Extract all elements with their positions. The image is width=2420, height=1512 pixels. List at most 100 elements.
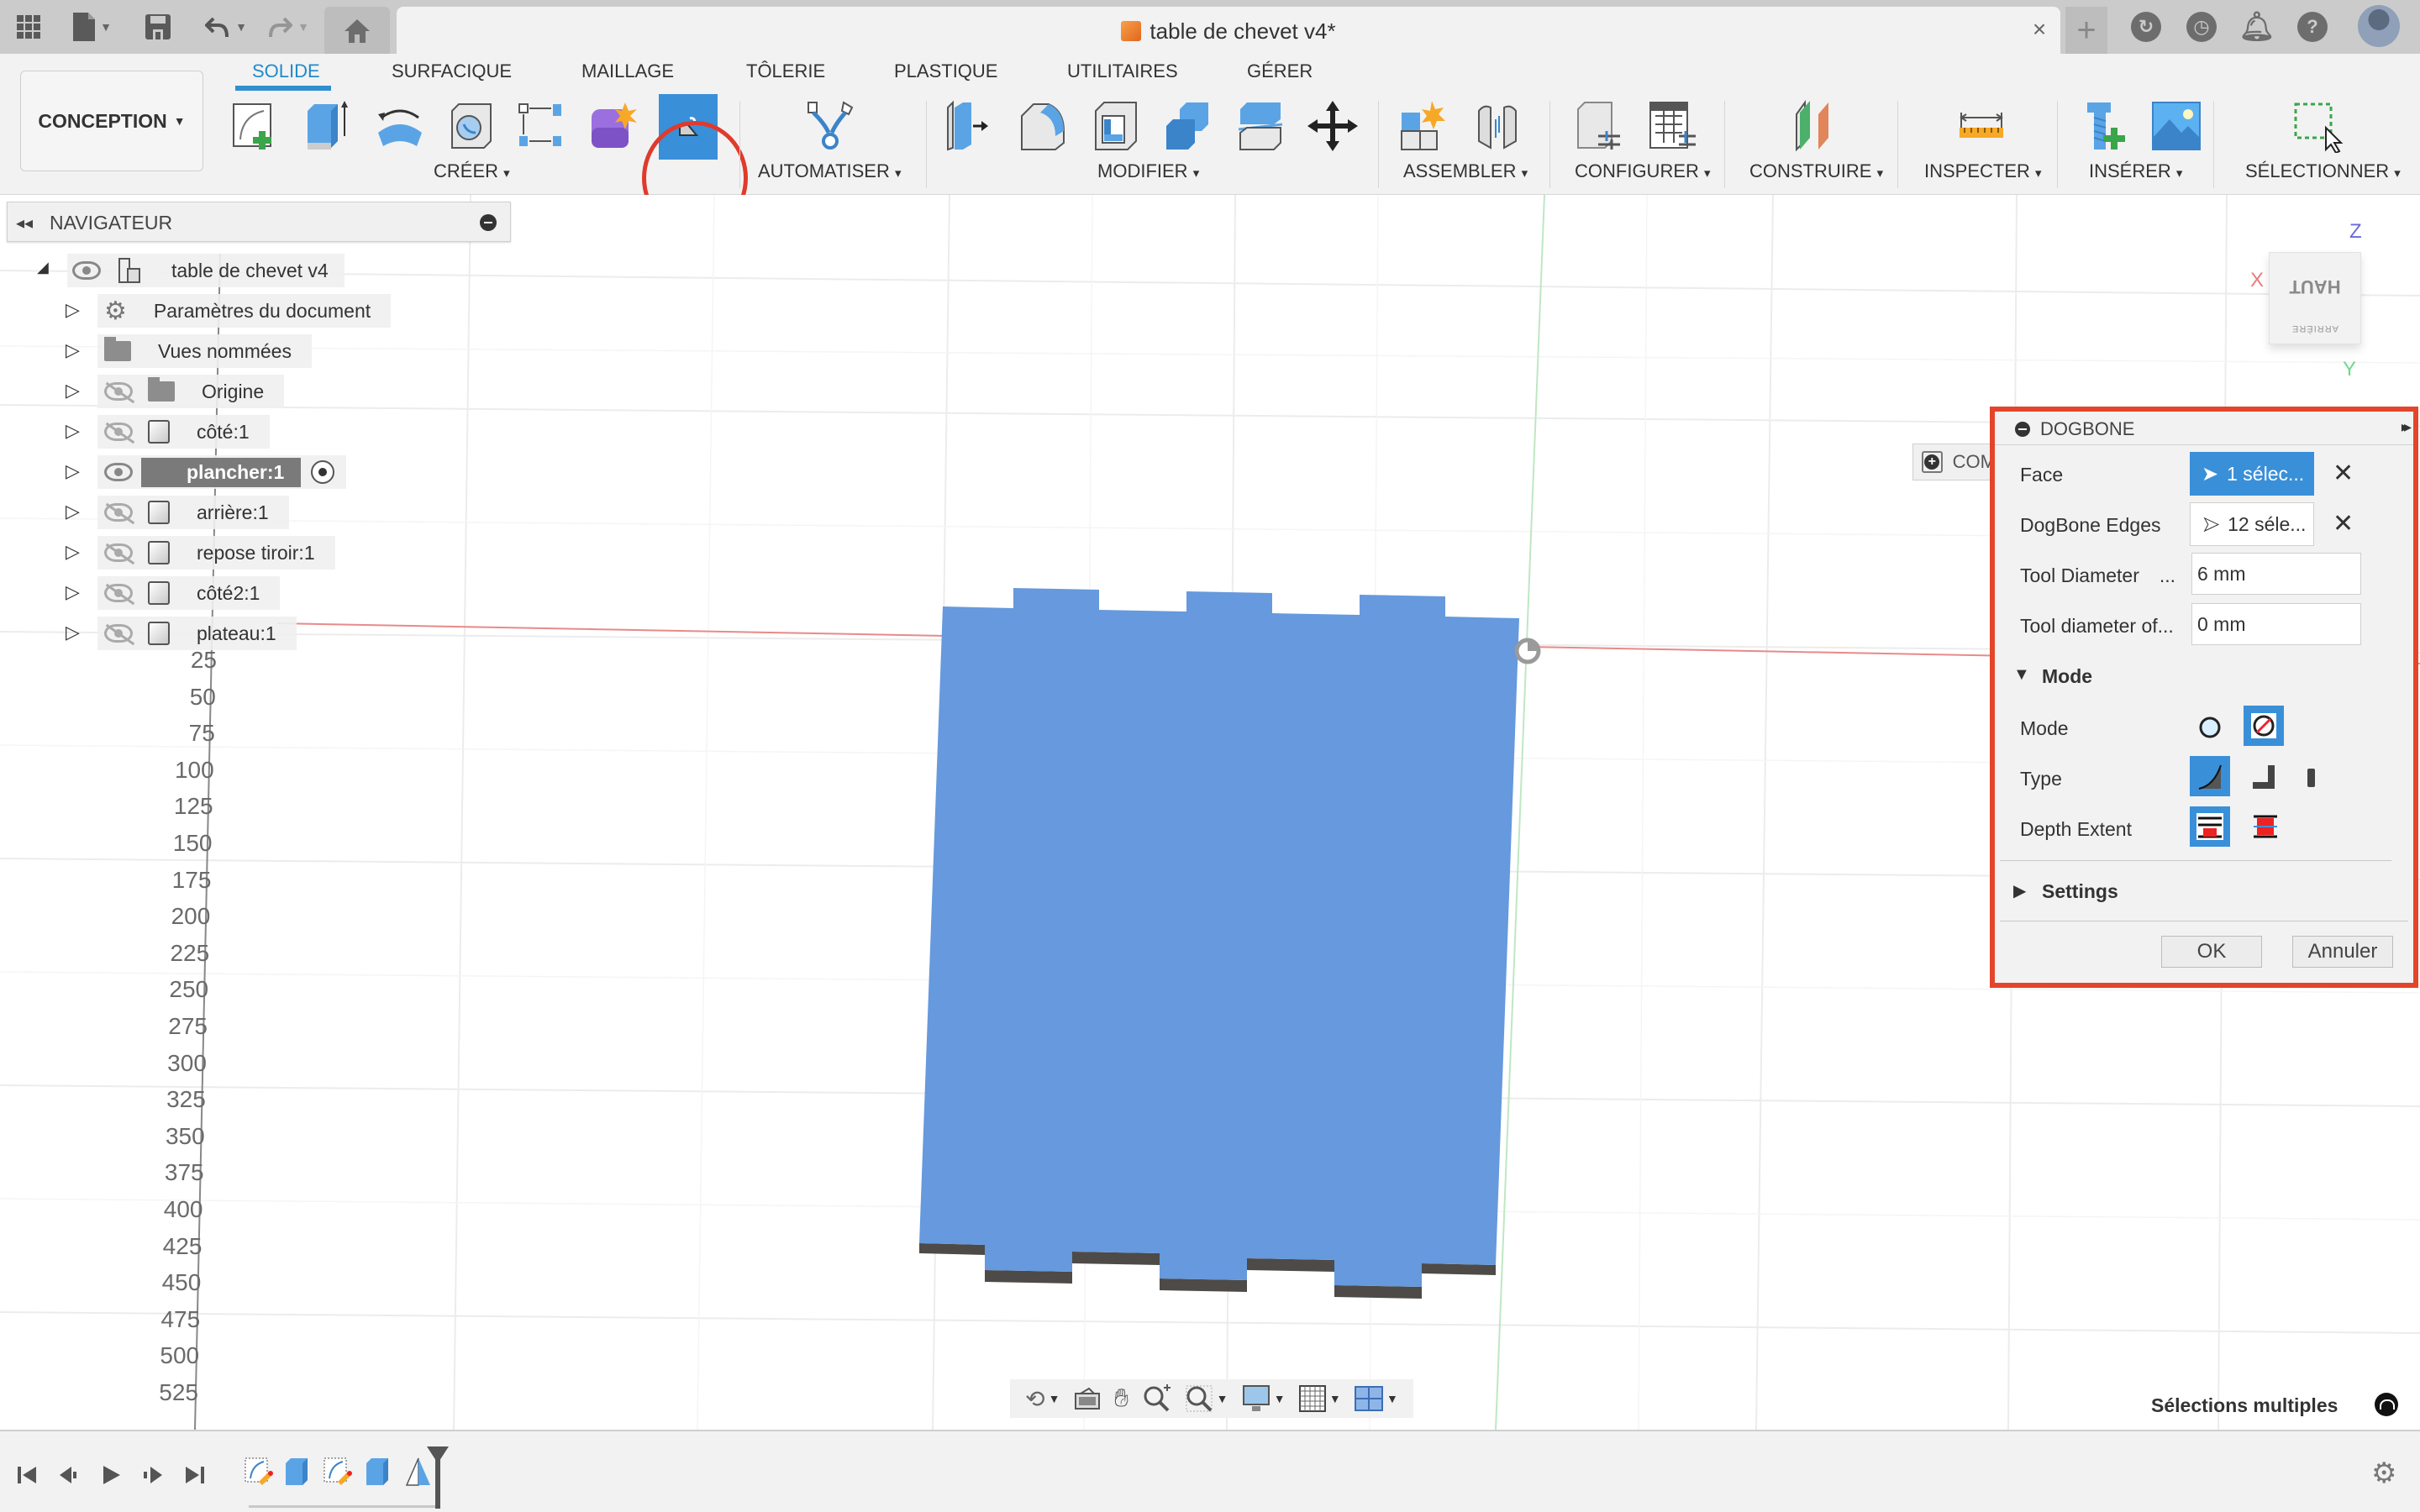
automate-button[interactable] — [802, 96, 862, 156]
expand-arrow-icon[interactable]: ▷ — [66, 541, 82, 563]
expand-arrow-icon[interactable]: ▷ — [66, 299, 82, 321]
activate-component-radio[interactable] — [311, 460, 335, 484]
collapse-triangle-icon[interactable]: ▼ — [2013, 665, 2030, 685]
type-mortise-button[interactable] — [2291, 756, 2331, 796]
combine-button[interactable] — [1158, 96, 1218, 156]
configure-table-button[interactable] — [1642, 96, 1702, 156]
document-tab[interactable]: table de chevet v4* × — [397, 7, 2060, 54]
insert-group-menu[interactable]: INSÉRER ▾ — [2089, 160, 2182, 182]
type-normal-button[interactable] — [2190, 756, 2230, 796]
zoom-button[interactable] — [1142, 1384, 1171, 1413]
modify-group-menu[interactable]: MODIFIER ▾ — [1097, 160, 1199, 182]
help-icon[interactable]: ? — [2297, 12, 2328, 42]
expand-triangle-icon[interactable]: ▶ — [2013, 880, 2026, 901]
type-minimal-button[interactable] — [2244, 756, 2284, 796]
inspect-group-menu[interactable]: INSPECTER ▾ — [1924, 160, 2042, 182]
display-settings-button[interactable]: ▼ — [1242, 1384, 1286, 1413]
insert-mcmaster-button[interactable] — [2075, 96, 2136, 156]
workspace-switcher[interactable]: CONCEPTION ▼ — [20, 71, 203, 171]
tool-diameter-input[interactable] — [2191, 553, 2361, 595]
app-grid-icon[interactable] — [12, 7, 45, 47]
selection-filter-icon[interactable] — [2375, 1393, 2398, 1416]
tool-offset-input[interactable] — [2191, 603, 2361, 645]
orbit-button[interactable]: ⟲ ▼ — [1025, 1385, 1060, 1413]
cancel-button[interactable]: Annuler — [2292, 936, 2393, 968]
timeline-settings-button[interactable]: ⚙ — [2371, 1457, 2396, 1490]
shell-button[interactable] — [1086, 96, 1146, 156]
edges-selection-button[interactable]: ➤ 12 séle... — [2190, 502, 2314, 546]
undo-button[interactable]: ▼ — [200, 7, 252, 47]
depth-full-button[interactable] — [2245, 806, 2286, 847]
split-body-button[interactable] — [1230, 96, 1291, 156]
create-sketch-button[interactable] — [225, 96, 286, 156]
go-to-end-button[interactable] — [182, 1462, 208, 1488]
plancher-body[interactable] — [919, 588, 1519, 1299]
hidden-eye-icon[interactable] — [104, 543, 133, 562]
viewcube-back-face[interactable]: ARRIÈRE — [2270, 323, 2360, 333]
expression-ellipsis[interactable]: ... — [2160, 564, 2175, 586]
clear-face-button[interactable]: ✕ — [2333, 459, 2354, 488]
play-button[interactable] — [97, 1462, 124, 1488]
expand-arrow-icon[interactable]: ▷ — [66, 420, 82, 442]
home-tab[interactable] — [324, 7, 390, 54]
timeline-extrude-2[interactable] — [363, 1457, 393, 1487]
tab-maillage[interactable]: MAILLAGE — [581, 60, 674, 82]
expand-arrow-icon[interactable]: ▷ — [66, 581, 82, 603]
visibility-eye-icon[interactable] — [72, 261, 101, 280]
collapse-navigator-button[interactable]: ◂◂ — [16, 213, 33, 234]
fit-button[interactable]: ▼ — [1185, 1384, 1228, 1413]
comments-panel[interactable]: + COM — [1912, 444, 1996, 480]
pattern-button[interactable] — [513, 96, 573, 156]
expand-arrow-icon[interactable]: ▷ — [66, 460, 82, 482]
extensions-icon[interactable]: ↻ — [2131, 12, 2161, 42]
change-parameters-button[interactable] — [1570, 96, 1630, 156]
step-back-button[interactable] — [55, 1462, 82, 1488]
automate-group-menu[interactable]: AUTOMATISER ▾ — [758, 160, 902, 182]
file-menu-button[interactable]: ▼ — [67, 7, 118, 47]
face-selection-button[interactable]: ➤ 1 sélec... — [2190, 452, 2314, 496]
minimize-icon[interactable] — [480, 214, 497, 231]
construct-group-menu[interactable]: CONSTRUIRE ▾ — [1749, 160, 1883, 182]
timeline-sketch-2[interactable] — [323, 1457, 353, 1487]
tab-utilitaires[interactable]: UTILITAIRES — [1067, 60, 1178, 82]
measure-button[interactable] — [1951, 96, 2012, 156]
joint-button[interactable] — [1467, 96, 1528, 156]
fillet-button[interactable] — [1012, 96, 1072, 156]
avatar[interactable] — [2358, 5, 2400, 47]
mode-static-button[interactable] — [2190, 707, 2230, 748]
hidden-eye-icon[interactable] — [104, 584, 133, 602]
new-component-button[interactable] — [1395, 96, 1455, 156]
hidden-eye-icon[interactable] — [104, 624, 133, 643]
tab-plastique[interactable]: PLASTIQUE — [894, 60, 997, 82]
move-copy-button[interactable] — [1302, 96, 1363, 156]
timeline-marker[interactable] — [427, 1446, 449, 1509]
expand-arrow-icon[interactable]: ▷ — [66, 501, 82, 522]
grid-settings-button[interactable]: ▼ — [1298, 1385, 1341, 1412]
hidden-eye-icon[interactable] — [104, 423, 133, 441]
create-form-button[interactable] — [583, 96, 644, 156]
tab-tolerie[interactable]: TÔLERIE — [746, 60, 825, 82]
save-button[interactable] — [141, 7, 175, 47]
redo-button[interactable]: ▼ — [262, 7, 314, 47]
viewcube-top-face[interactable]: HAUT — [2270, 253, 2360, 320]
extrude-button[interactable] — [296, 96, 356, 156]
expand-arrow-icon[interactable]: ▷ — [66, 380, 82, 402]
new-tab-button[interactable]: + — [2065, 7, 2107, 54]
expand-arrow-icon[interactable]: ▷ — [66, 339, 82, 361]
step-forward-button[interactable] — [139, 1462, 166, 1488]
job-status-icon[interactable]: ◷ — [2186, 12, 2217, 42]
mode-parametric-button[interactable] — [2244, 706, 2284, 746]
collapse-dialog-icon[interactable] — [2015, 422, 2030, 437]
tab-surfacique[interactable]: SURFACIQUE — [392, 60, 512, 82]
hidden-eye-icon[interactable] — [104, 382, 133, 401]
select-group-menu[interactable]: SÉLECTIONNER ▾ — [2245, 160, 2401, 182]
visibility-eye-icon[interactable] — [104, 463, 133, 481]
create-group-menu[interactable]: CRÉER ▾ — [434, 160, 510, 182]
expand-comments-button[interactable]: + — [1922, 451, 1943, 473]
notifications-icon[interactable]: 🔔︎ — [2238, 11, 2275, 43]
expand-arrow-icon[interactable]: ▷ — [66, 622, 82, 643]
pan-button[interactable]: ✋︎ — [1114, 1384, 1128, 1413]
assemble-group-menu[interactable]: ASSEMBLER ▾ — [1403, 160, 1528, 182]
configure-group-menu[interactable]: CONFIGURER ▾ — [1575, 160, 1711, 182]
go-to-start-button[interactable] — [13, 1462, 40, 1488]
